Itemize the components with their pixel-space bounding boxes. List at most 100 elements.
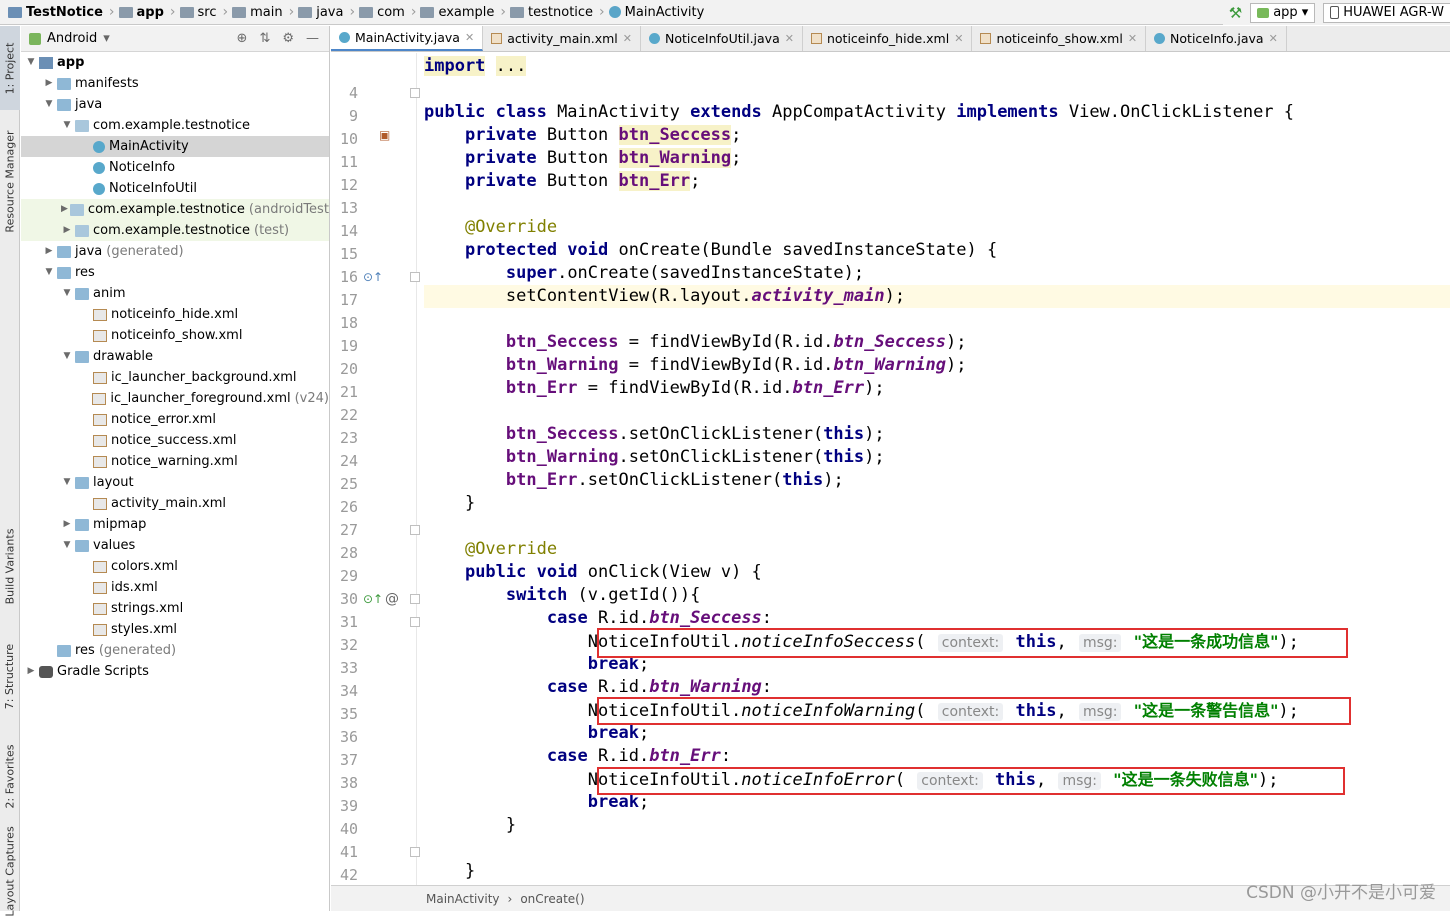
- tree-item[interactable]: ▼layout: [21, 472, 329, 493]
- code-line[interactable]: protected void onCreate(Bundle savedInst…: [424, 239, 1450, 262]
- xml-layout-icon[interactable]: ▣: [379, 128, 390, 142]
- tree-item[interactable]: activity_main.xml: [21, 493, 329, 514]
- tree-item[interactable]: ▼app: [21, 52, 329, 73]
- collapse-arrow-icon[interactable]: ▶: [61, 514, 73, 535]
- breadcrumb-item[interactable]: testnotice›: [510, 0, 609, 25]
- tab-favorites[interactable]: 2: Favorites: [0, 731, 20, 821]
- tree-item[interactable]: ▼values: [21, 535, 329, 556]
- editor-tab[interactable]: NoticeInfoUtil.java✕: [641, 26, 803, 51]
- breadcrumb-item[interactable]: java›: [298, 0, 359, 25]
- collapse-icon[interactable]: ⇅: [259, 31, 270, 46]
- code-line[interactable]: NoticeInfoUtil.noticeInfoSeccess( contex…: [424, 630, 1450, 653]
- code-line[interactable]: btn_Warning.setOnClickListener(this);: [424, 446, 1450, 469]
- code-line[interactable]: btn_Seccess.setOnClickListener(this);: [424, 423, 1450, 446]
- editor-tab[interactable]: noticeinfo_hide.xml✕: [803, 26, 972, 51]
- fold-marker-icon[interactable]: [410, 617, 420, 627]
- view-mode-selector[interactable]: Android: [47, 31, 97, 46]
- code-line[interactable]: [424, 78, 1450, 101]
- tree-item[interactable]: noticeinfo_hide.xml: [21, 304, 329, 325]
- code-line[interactable]: case R.id.btn_Err:: [424, 745, 1450, 768]
- code-line[interactable]: [424, 837, 1450, 860]
- tree-item[interactable]: ids.xml: [21, 577, 329, 598]
- collapse-arrow-icon[interactable]: ▶: [25, 661, 37, 682]
- code-line[interactable]: btn_Err.setOnClickListener(this);: [424, 469, 1450, 492]
- tree-item[interactable]: ic_launcher_background.xml: [21, 367, 329, 388]
- editor-tab[interactable]: activity_main.xml✕: [483, 26, 641, 51]
- tree-item[interactable]: strings.xml: [21, 598, 329, 619]
- close-icon[interactable]: ✕: [1269, 32, 1278, 45]
- tree-item[interactable]: ▶manifests: [21, 73, 329, 94]
- tree-item[interactable]: ▼drawable: [21, 346, 329, 367]
- collapse-arrow-icon[interactable]: ▶: [61, 199, 68, 220]
- tree-item[interactable]: ▼com.example.testnotice: [21, 115, 329, 136]
- expand-arrow-icon[interactable]: ▼: [61, 472, 73, 493]
- expand-arrow-icon[interactable]: ▼: [43, 262, 55, 283]
- tab-project[interactable]: 1: Project: [0, 26, 20, 110]
- breadcrumb-item[interactable]: main›: [232, 0, 298, 25]
- tree-item[interactable]: ▼java: [21, 94, 329, 115]
- code-line[interactable]: private Button btn_Err;: [424, 170, 1450, 193]
- code-line[interactable]: btn_Err = findViewById(R.id.btn_Err);: [424, 377, 1450, 400]
- breadcrumb-item[interactable]: MainActivity: [609, 0, 709, 25]
- breadcrumb-item[interactable]: src›: [180, 0, 233, 25]
- code-line[interactable]: switch (v.getId()){: [424, 584, 1450, 607]
- code-line[interactable]: public class MainActivity extends AppCom…: [424, 101, 1450, 124]
- code-line[interactable]: private Button btn_Warning;: [424, 147, 1450, 170]
- fold-marker-icon[interactable]: [410, 525, 420, 535]
- tree-item[interactable]: MainActivity: [21, 136, 329, 157]
- tree-item[interactable]: noticeinfo_show.xml: [21, 325, 329, 346]
- editor-tab[interactable]: NoticeInfo.java✕: [1146, 26, 1287, 51]
- code-line[interactable]: }: [424, 814, 1450, 837]
- code-line[interactable]: NoticeInfoUtil.noticeInfoError( context:…: [424, 768, 1450, 791]
- code-line[interactable]: case R.id.btn_Warning:: [424, 676, 1450, 699]
- code-line[interactable]: @Override: [424, 538, 1450, 561]
- tree-item[interactable]: notice_success.xml: [21, 430, 329, 451]
- tab-resource-manager[interactable]: Resource Manager: [0, 121, 20, 241]
- expand-arrow-icon[interactable]: ▼: [61, 283, 73, 304]
- collapse-arrow-icon[interactable]: ▶: [43, 73, 55, 94]
- fold-marker-icon[interactable]: [410, 272, 420, 282]
- breadcrumb-item[interactable]: com›: [359, 0, 420, 25]
- code-line[interactable]: setContentView(R.layout.activity_main);: [424, 285, 1450, 308]
- tree-item[interactable]: ▼anim: [21, 283, 329, 304]
- implements-icon[interactable]: ⊙↑: [363, 592, 383, 606]
- tree-item[interactable]: res(generated): [21, 640, 329, 661]
- device-dropdown[interactable]: HUAWEI AGR-W: [1323, 3, 1450, 23]
- breadcrumb-item[interactable]: TestNotice›: [8, 0, 119, 25]
- expand-arrow-icon[interactable]: ▼: [25, 52, 37, 73]
- hide-icon[interactable]: —: [306, 31, 319, 46]
- fold-marker-icon[interactable]: [410, 88, 420, 98]
- tree-item[interactable]: ic_launcher_foreground.xml(v24): [21, 388, 329, 409]
- expand-arrow-icon[interactable]: ▼: [61, 535, 73, 556]
- tree-item[interactable]: notice_error.xml: [21, 409, 329, 430]
- code-line[interactable]: btn_Seccess = findViewById(R.id.btn_Secc…: [424, 331, 1450, 354]
- expand-arrow-icon[interactable]: ▼: [61, 115, 73, 136]
- tree-item[interactable]: ▶Gradle Scripts: [21, 661, 329, 682]
- tree-item[interactable]: ▶mipmap: [21, 514, 329, 535]
- fold-marker-icon[interactable]: [410, 594, 420, 604]
- code-line[interactable]: break;: [424, 653, 1450, 676]
- breadcrumb-class[interactable]: MainActivity: [426, 892, 500, 906]
- code-line[interactable]: btn_Warning = findViewById(R.id.btn_Warn…: [424, 354, 1450, 377]
- tab-structure[interactable]: 7: Structure: [0, 631, 20, 721]
- chevron-down-icon[interactable]: ▾: [103, 31, 110, 46]
- tree-item[interactable]: ▶com.example.testnotice(androidTest): [21, 199, 329, 220]
- code-line[interactable]: super.onCreate(savedInstanceState);: [424, 262, 1450, 285]
- tree-item[interactable]: NoticeInfoUtil: [21, 178, 329, 199]
- override-icon[interactable]: ⊙↑: [363, 270, 383, 284]
- close-icon[interactable]: ✕: [623, 32, 632, 45]
- code-line[interactable]: break;: [424, 791, 1450, 814]
- locate-icon[interactable]: ⊕: [237, 31, 248, 46]
- tree-item[interactable]: notice_warning.xml: [21, 451, 329, 472]
- breadcrumb-item[interactable]: example›: [420, 0, 510, 25]
- code-line[interactable]: private Button btn_Seccess;: [424, 124, 1450, 147]
- tree-item[interactable]: styles.xml: [21, 619, 329, 640]
- run-config-dropdown[interactable]: app ▾: [1250, 3, 1315, 23]
- tree-item[interactable]: NoticeInfo: [21, 157, 329, 178]
- tab-layout-captures[interactable]: Layout Captures: [0, 831, 20, 911]
- tree-item[interactable]: ▶com.example.testnotice(test): [21, 220, 329, 241]
- expand-arrow-icon[interactable]: ▼: [61, 346, 73, 367]
- code-line[interactable]: NoticeInfoUtil.noticeInfoWarning( contex…: [424, 699, 1450, 722]
- collapse-arrow-icon[interactable]: ▶: [61, 220, 73, 241]
- code-line[interactable]: break;: [424, 722, 1450, 745]
